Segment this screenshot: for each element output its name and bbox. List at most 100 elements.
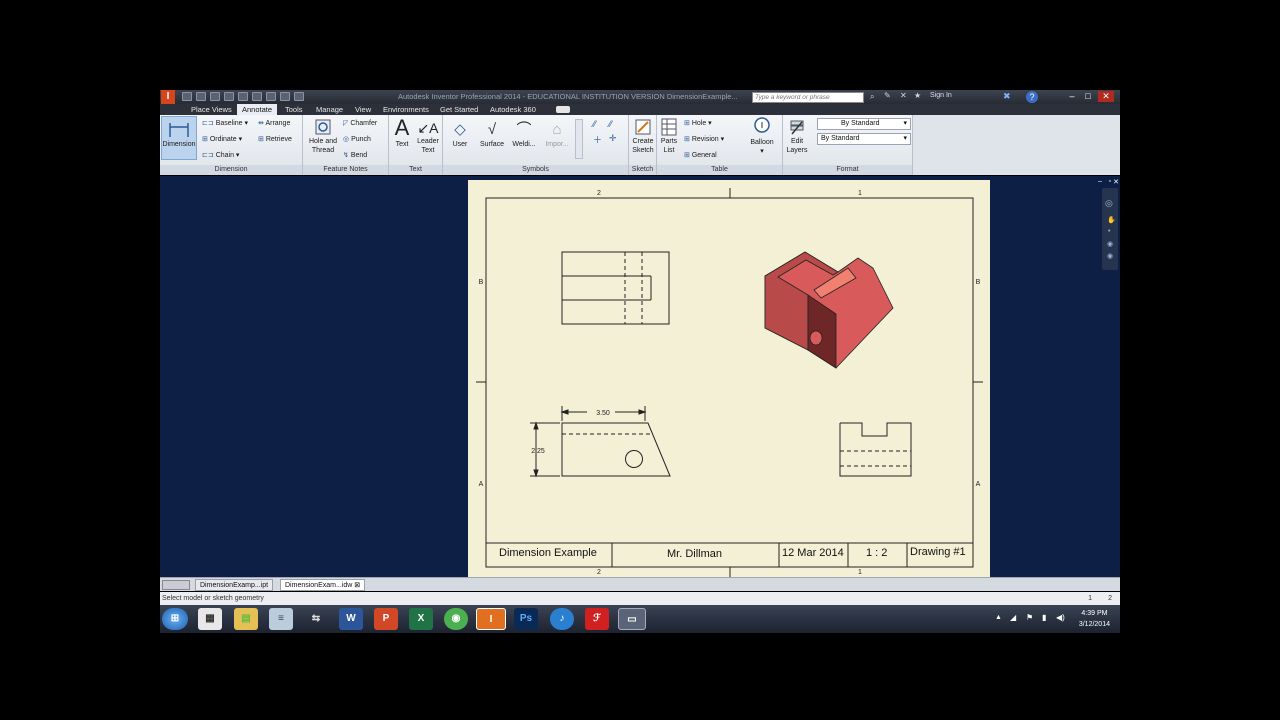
surface-button[interactable]: √ Surface bbox=[477, 120, 507, 149]
tab-view[interactable]: View bbox=[350, 104, 376, 115]
revision-table-button[interactable]: ⊞ Revision ▾ bbox=[684, 135, 724, 143]
text-button[interactable]: A Text bbox=[390, 116, 414, 149]
canvas-close-icon[interactable]: ✕ bbox=[1113, 178, 1119, 186]
save-icon[interactable] bbox=[210, 92, 220, 101]
tab-get-started[interactable]: Get Started bbox=[435, 104, 483, 115]
drawing-sheet[interactable]: 2 1 2 1 B A B A 3.50 2.25 Dimension Exam… bbox=[468, 180, 990, 577]
tray-flag-icon[interactable]: ⚑ bbox=[1026, 613, 1033, 622]
dimension-350: 3.50 bbox=[596, 410, 610, 417]
return-icon[interactable] bbox=[266, 92, 276, 101]
zoom-icon[interactable]: • bbox=[1108, 228, 1110, 235]
clock[interactable]: 4:39 PM 3/12/2014 bbox=[1079, 608, 1110, 630]
punch-button[interactable]: ◎ Punch bbox=[343, 135, 371, 143]
start-button-icon[interactable]: ⊞ bbox=[162, 608, 188, 630]
ribbon-toggle-icon[interactable] bbox=[556, 106, 570, 113]
navigation-bar: ◎ ✋ • ◉ ◉ bbox=[1102, 188, 1118, 270]
exchange-icon[interactable]: ✕ bbox=[900, 91, 907, 100]
balloon-button[interactable]: Balloon ▾ bbox=[745, 117, 779, 156]
print-icon[interactable] bbox=[252, 92, 262, 101]
sign-in-link[interactable]: Sign In bbox=[930, 92, 952, 99]
photoshop-icon[interactable]: Ps bbox=[514, 608, 538, 630]
picasa-icon[interactable]: ◉ bbox=[444, 608, 468, 630]
centerline-icon[interactable]: ⁄⁄ bbox=[609, 119, 612, 129]
datum-icon[interactable]: ⁄⁄ bbox=[593, 119, 596, 129]
tools-icon[interactable]: ✎ bbox=[884, 91, 891, 100]
tray-battery-icon[interactable]: ▮ bbox=[1042, 613, 1046, 622]
search-input[interactable]: Type a keyword or phrase bbox=[752, 92, 864, 103]
tray-volume-icon[interactable]: ◀) bbox=[1056, 613, 1065, 622]
status-message: Select model or sketch geometry bbox=[162, 595, 264, 602]
welding-button[interactable]: ⌒ Weldi... bbox=[509, 120, 539, 149]
canvas-restore-icon[interactable]: ▫ bbox=[1109, 178, 1111, 185]
import-symbol-button[interactable]: ⌂ Impor... bbox=[542, 120, 572, 149]
steering-wheel-icon[interactable]: ◎ bbox=[1105, 198, 1113, 209]
binoculars-icon[interactable]: ⌕ bbox=[870, 92, 874, 102]
update-icon[interactable] bbox=[294, 92, 304, 101]
tab-annotate[interactable]: Annotate bbox=[237, 104, 278, 115]
powerpoint-icon[interactable]: P bbox=[374, 608, 398, 630]
window-thumbnail-icon[interactable]: ▭ bbox=[618, 608, 646, 630]
create-sketch-button[interactable]: Create Sketch bbox=[629, 118, 657, 155]
open-icon[interactable] bbox=[196, 92, 206, 101]
excel-icon[interactable]: X bbox=[409, 608, 433, 630]
dimension-button[interactable]: Dimension bbox=[161, 116, 197, 160]
minimize-icon[interactable]: – bbox=[1064, 91, 1080, 102]
canvas-minimize-icon[interactable]: – bbox=[1098, 178, 1102, 185]
tab-manage[interactable]: Manage bbox=[311, 104, 348, 115]
help-icon[interactable]: ? bbox=[1026, 91, 1038, 103]
hole-thread-button[interactable]: Hole and Thread bbox=[305, 118, 341, 155]
itunes-icon[interactable]: ♪ bbox=[550, 608, 574, 630]
tab-autodesk-360[interactable]: Autodesk 360 bbox=[485, 104, 541, 115]
hole-table-button[interactable]: ⊞ Hole ▾ bbox=[684, 119, 712, 127]
symbols-gallery-scroll[interactable] bbox=[575, 119, 583, 159]
tab-place-views[interactable]: Place Views bbox=[186, 104, 237, 115]
edit-layers-button[interactable]: Edit Layers bbox=[785, 118, 809, 155]
close-icon[interactable]: ✕ bbox=[1098, 91, 1114, 102]
tile-views-icon[interactable] bbox=[162, 580, 190, 590]
centermark-icon[interactable]: ＋ bbox=[593, 133, 602, 146]
app-red-icon[interactable]: ℱ bbox=[585, 608, 609, 630]
leader-text-button[interactable]: ↙A Leader Text bbox=[415, 120, 441, 155]
explorer-icon[interactable]: ▤ bbox=[234, 608, 258, 630]
inventor-logo-icon[interactable]: I bbox=[161, 90, 175, 104]
inventor-taskbar-icon[interactable]: I bbox=[476, 608, 506, 630]
status-count-2: 2 bbox=[1108, 595, 1112, 602]
parts-list-icon bbox=[661, 118, 677, 136]
new-icon[interactable] bbox=[182, 92, 192, 101]
redo-icon[interactable] bbox=[238, 92, 248, 101]
bend-button[interactable]: ↯ Bend bbox=[343, 151, 367, 159]
retrieve-button[interactable]: ⊞ Retrieve bbox=[258, 135, 292, 143]
maximize-icon[interactable]: □ bbox=[1080, 91, 1096, 102]
chain-button[interactable]: ⊏⊐ Chain ▾ bbox=[202, 151, 239, 159]
general-table-button[interactable]: ⊞ General bbox=[684, 151, 717, 159]
center-pattern-icon[interactable]: ✛ bbox=[609, 133, 617, 144]
pan-icon[interactable]: ✋ bbox=[1107, 216, 1116, 224]
orbit-icon[interactable]: ◉ bbox=[1107, 240, 1113, 248]
feature-notes-panel: Hole and Thread ◸ Chamfer ◎ Punch ↯ Bend … bbox=[303, 115, 389, 175]
notepad-icon[interactable]: ≡ bbox=[269, 608, 293, 630]
look-at-icon[interactable]: ◉ bbox=[1107, 252, 1113, 260]
doc-tab-ipt[interactable]: DimensionExamp...ipt bbox=[195, 579, 274, 591]
baseline-button[interactable]: ⊏⊐ Baseline ▾ bbox=[202, 119, 248, 127]
doc-tab-idw[interactable]: DimensionExam...idw ⊠ bbox=[280, 579, 366, 591]
edit-layers-icon bbox=[790, 120, 804, 135]
favorite-icon[interactable]: ★ bbox=[914, 91, 921, 100]
ordinate-button[interactable]: ⊞ Ordinate ▾ bbox=[202, 135, 242, 143]
parts-list-button[interactable]: Parts List bbox=[658, 118, 680, 155]
tray-show-icon[interactable]: ▲ bbox=[995, 614, 1002, 621]
tray-network-icon[interactable]: ◢ bbox=[1010, 613, 1016, 622]
layer-select[interactable]: By Standard ▾ bbox=[817, 133, 911, 145]
dimension-225: 2.25 bbox=[531, 448, 545, 455]
arrange-button[interactable]: ⇹ Arrange bbox=[258, 119, 290, 127]
style-select[interactable]: By Standard ▾ bbox=[817, 118, 911, 130]
network-icon[interactable]: ⇆ bbox=[304, 608, 328, 630]
chamfer-button[interactable]: ◸ Chamfer bbox=[343, 119, 377, 127]
exchange-apps-icon[interactable]: ✖ bbox=[1003, 91, 1011, 102]
select-icon[interactable] bbox=[280, 92, 290, 101]
calculator-icon[interactable]: ▦ bbox=[198, 608, 222, 630]
undo-icon[interactable] bbox=[224, 92, 234, 101]
word-icon[interactable]: W bbox=[339, 608, 363, 630]
user-symbol-button[interactable]: ◇ User bbox=[447, 120, 473, 149]
tab-environments[interactable]: Environments bbox=[378, 104, 434, 115]
tab-tools[interactable]: Tools bbox=[280, 104, 308, 115]
